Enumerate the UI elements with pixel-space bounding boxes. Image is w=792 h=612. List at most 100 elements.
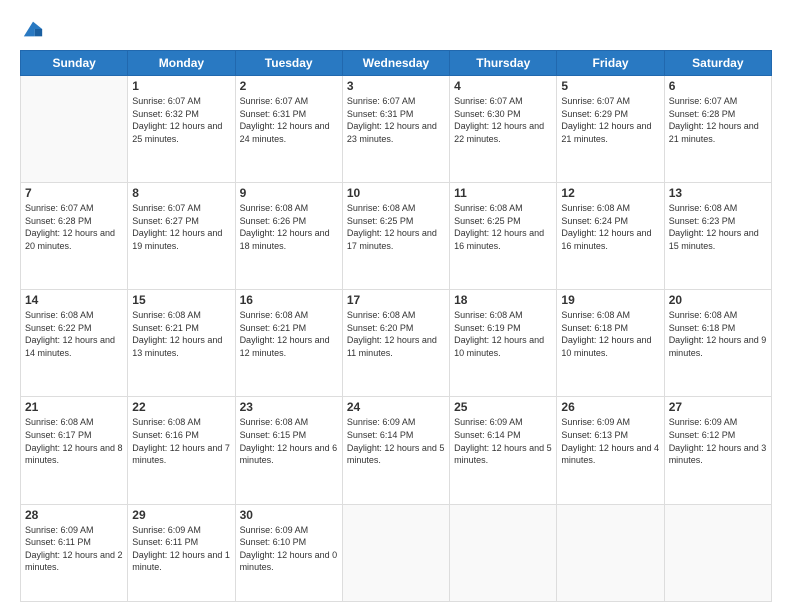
cell-info: Sunrise: 6:07 AMSunset: 6:28 PMDaylight:… bbox=[25, 202, 123, 252]
calendar-cell: 8 Sunrise: 6:07 AMSunset: 6:27 PMDaylight… bbox=[128, 183, 235, 290]
calendar-cell: 30 Sunrise: 6:09 AMSunset: 6:10 PMDayligh… bbox=[235, 504, 342, 601]
cell-info: Sunrise: 6:08 AMSunset: 6:22 PMDaylight:… bbox=[25, 309, 123, 359]
day-number: 18 bbox=[454, 293, 552, 307]
calendar-cell: 27 Sunrise: 6:09 AMSunset: 6:12 PMDayligh… bbox=[664, 397, 771, 504]
calendar-cell: 19Sunrise: 6:08 AMSunset: 6:18 PMDayligh… bbox=[557, 290, 664, 397]
day-number: 9 bbox=[240, 186, 338, 200]
calendar-cell: 22 Sunrise: 6:08 AMSunset: 6:16 PMDayligh… bbox=[128, 397, 235, 504]
day-number: 4 bbox=[454, 79, 552, 93]
cell-info: Sunrise: 6:08 AMSunset: 6:20 PMDaylight:… bbox=[347, 309, 445, 359]
cell-info: Sunrise: 6:08 AMSunset: 6:21 PMDaylight:… bbox=[240, 309, 338, 359]
day-number: 16 bbox=[240, 293, 338, 307]
calendar-cell: 25 Sunrise: 6:09 AMSunset: 6:14 PMDayligh… bbox=[450, 397, 557, 504]
calendar-cell: 28 Sunrise: 6:09 AMSunset: 6:11 PMDayligh… bbox=[21, 504, 128, 601]
cell-info: Sunrise: 6:09 AMSunset: 6:11 PMDaylight:… bbox=[25, 524, 123, 574]
cell-info: Sunrise: 6:08 AMSunset: 6:25 PMDaylight:… bbox=[454, 202, 552, 252]
cell-info: Sunrise: 6:07 AMSunset: 6:28 PMDaylight:… bbox=[669, 95, 767, 145]
day-number: 30 bbox=[240, 508, 338, 522]
calendar-cell: 2Sunrise: 6:07 AMSunset: 6:31 PMDaylight… bbox=[235, 76, 342, 183]
cell-info: Sunrise: 6:09 AMSunset: 6:12 PMDaylight:… bbox=[669, 416, 767, 466]
cell-info: Sunrise: 6:08 AMSunset: 6:24 PMDaylight:… bbox=[561, 202, 659, 252]
cell-info: Sunrise: 6:08 AMSunset: 6:19 PMDaylight:… bbox=[454, 309, 552, 359]
calendar-cell bbox=[450, 504, 557, 601]
calendar-header-row: SundayMondayTuesdayWednesdayThursdayFrid… bbox=[21, 51, 772, 76]
day-number: 7 bbox=[25, 186, 123, 200]
calendar-cell: 9 Sunrise: 6:08 AMSunset: 6:26 PMDaylight… bbox=[235, 183, 342, 290]
day-number: 17 bbox=[347, 293, 445, 307]
calendar-cell bbox=[342, 504, 449, 601]
day-number: 14 bbox=[25, 293, 123, 307]
day-number: 8 bbox=[132, 186, 230, 200]
header bbox=[20, 18, 772, 40]
cell-info: Sunrise: 6:09 AMSunset: 6:14 PMDaylight:… bbox=[347, 416, 445, 466]
logo-icon bbox=[22, 18, 44, 40]
cell-info: Sunrise: 6:09 AMSunset: 6:10 PMDaylight:… bbox=[240, 524, 338, 574]
cell-info: Sunrise: 6:08 AMSunset: 6:25 PMDaylight:… bbox=[347, 202, 445, 252]
cell-info: Sunrise: 6:07 AMSunset: 6:30 PMDaylight:… bbox=[454, 95, 552, 145]
day-number: 13 bbox=[669, 186, 767, 200]
cell-info: Sunrise: 6:08 AMSunset: 6:16 PMDaylight:… bbox=[132, 416, 230, 466]
day-number: 11 bbox=[454, 186, 552, 200]
day-number: 15 bbox=[132, 293, 230, 307]
calendar-cell: 10Sunrise: 6:08 AMSunset: 6:25 PMDayligh… bbox=[342, 183, 449, 290]
calendar-cell: 13 Sunrise: 6:08 AMSunset: 6:23 PMDayligh… bbox=[664, 183, 771, 290]
cell-info: Sunrise: 6:07 AMSunset: 6:27 PMDaylight:… bbox=[132, 202, 230, 252]
page: SundayMondayTuesdayWednesdayThursdayFrid… bbox=[0, 0, 792, 612]
cell-info: Sunrise: 6:08 AMSunset: 6:15 PMDaylight:… bbox=[240, 416, 338, 466]
cell-info: Sunrise: 6:07 AMSunset: 6:31 PMDaylight:… bbox=[347, 95, 445, 145]
calendar-cell: 20 Sunrise: 6:08 AMSunset: 6:18 PMDayligh… bbox=[664, 290, 771, 397]
day-header-monday: Monday bbox=[128, 51, 235, 76]
calendar-cell bbox=[21, 76, 128, 183]
calendar-week-5: 28 Sunrise: 6:09 AMSunset: 6:11 PMDayligh… bbox=[21, 504, 772, 601]
day-number: 1 bbox=[132, 79, 230, 93]
day-header-tuesday: Tuesday bbox=[235, 51, 342, 76]
day-number: 3 bbox=[347, 79, 445, 93]
cell-info: Sunrise: 6:08 AMSunset: 6:23 PMDaylight:… bbox=[669, 202, 767, 252]
day-number: 24 bbox=[347, 400, 445, 414]
cell-info: Sunrise: 6:08 AMSunset: 6:26 PMDaylight:… bbox=[240, 202, 338, 252]
day-header-wednesday: Wednesday bbox=[342, 51, 449, 76]
day-number: 19 bbox=[561, 293, 659, 307]
day-number: 21 bbox=[25, 400, 123, 414]
cell-info: Sunrise: 6:08 AMSunset: 6:17 PMDaylight:… bbox=[25, 416, 123, 466]
calendar-cell: 16 Sunrise: 6:08 AMSunset: 6:21 PMDayligh… bbox=[235, 290, 342, 397]
calendar-cell bbox=[664, 504, 771, 601]
day-number: 22 bbox=[132, 400, 230, 414]
calendar-cell: 24 Sunrise: 6:09 AMSunset: 6:14 PMDayligh… bbox=[342, 397, 449, 504]
calendar-cell: 1 Sunrise: 6:07 AMSunset: 6:32 PMDaylight… bbox=[128, 76, 235, 183]
day-header-thursday: Thursday bbox=[450, 51, 557, 76]
calendar-cell: 6 Sunrise: 6:07 AMSunset: 6:28 PMDaylight… bbox=[664, 76, 771, 183]
day-number: 5 bbox=[561, 79, 659, 93]
day-number: 25 bbox=[454, 400, 552, 414]
cell-info: Sunrise: 6:07 AMSunset: 6:29 PMDaylight:… bbox=[561, 95, 659, 145]
day-header-sunday: Sunday bbox=[21, 51, 128, 76]
calendar-cell: 23 Sunrise: 6:08 AMSunset: 6:15 PMDayligh… bbox=[235, 397, 342, 504]
calendar-cell bbox=[557, 504, 664, 601]
calendar-cell: 26 Sunrise: 6:09 AMSunset: 6:13 PMDayligh… bbox=[557, 397, 664, 504]
day-header-saturday: Saturday bbox=[664, 51, 771, 76]
cell-info: Sunrise: 6:08 AMSunset: 6:18 PMDaylight:… bbox=[669, 309, 767, 359]
calendar-cell: 7 Sunrise: 6:07 AMSunset: 6:28 PMDaylight… bbox=[21, 183, 128, 290]
day-number: 27 bbox=[669, 400, 767, 414]
calendar-cell: 21 Sunrise: 6:08 AMSunset: 6:17 PMDayligh… bbox=[21, 397, 128, 504]
day-number: 23 bbox=[240, 400, 338, 414]
calendar-table: SundayMondayTuesdayWednesdayThursdayFrid… bbox=[20, 50, 772, 602]
day-number: 6 bbox=[669, 79, 767, 93]
calendar-cell: 3 Sunrise: 6:07 AMSunset: 6:31 PMDaylight… bbox=[342, 76, 449, 183]
cell-info: Sunrise: 6:09 AMSunset: 6:13 PMDaylight:… bbox=[561, 416, 659, 466]
calendar-cell: 18 Sunrise: 6:08 AMSunset: 6:19 PMDayligh… bbox=[450, 290, 557, 397]
calendar-cell: 29Sunrise: 6:09 AMSunset: 6:11 PMDayligh… bbox=[128, 504, 235, 601]
day-header-friday: Friday bbox=[557, 51, 664, 76]
calendar-cell: 12Sunrise: 6:08 AMSunset: 6:24 PMDayligh… bbox=[557, 183, 664, 290]
calendar-cell: 11 Sunrise: 6:08 AMSunset: 6:25 PMDayligh… bbox=[450, 183, 557, 290]
cell-info: Sunrise: 6:09 AMSunset: 6:14 PMDaylight:… bbox=[454, 416, 552, 466]
calendar-week-2: 7 Sunrise: 6:07 AMSunset: 6:28 PMDaylight… bbox=[21, 183, 772, 290]
cell-info: Sunrise: 6:07 AMSunset: 6:32 PMDaylight:… bbox=[132, 95, 230, 145]
day-number: 20 bbox=[669, 293, 767, 307]
day-number: 28 bbox=[25, 508, 123, 522]
day-number: 26 bbox=[561, 400, 659, 414]
calendar-cell: 5 Sunrise: 6:07 AMSunset: 6:29 PMDaylight… bbox=[557, 76, 664, 183]
cell-info: Sunrise: 6:08 AMSunset: 6:21 PMDaylight:… bbox=[132, 309, 230, 359]
calendar-week-4: 21 Sunrise: 6:08 AMSunset: 6:17 PMDayligh… bbox=[21, 397, 772, 504]
calendar-cell: 17 Sunrise: 6:08 AMSunset: 6:20 PMDayligh… bbox=[342, 290, 449, 397]
